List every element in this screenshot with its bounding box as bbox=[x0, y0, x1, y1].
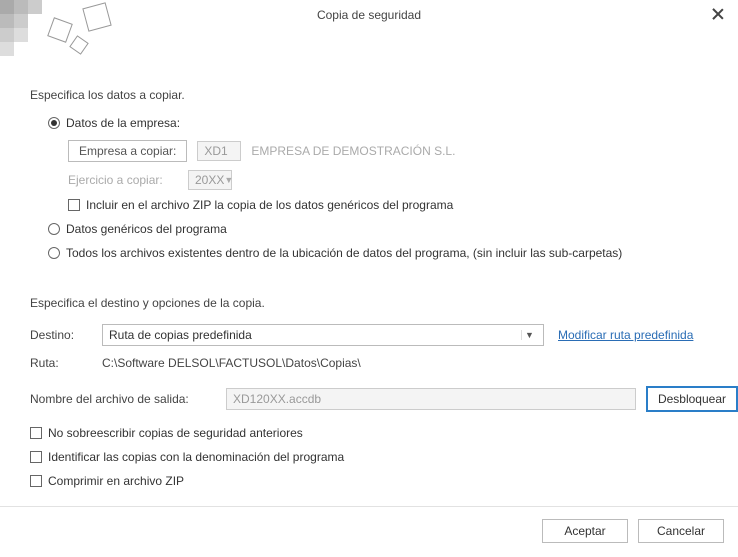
check-no-overwrite-label: No sobreescribir copias de seguridad ant… bbox=[48, 426, 303, 440]
check-include-generic-zip-label: Incluir en el archivo ZIP la copia de lo… bbox=[86, 198, 453, 212]
radio-icon bbox=[48, 223, 60, 235]
checkbox-icon bbox=[30, 427, 42, 439]
output-filename-value: XD120XX.accdb bbox=[233, 392, 321, 406]
radio-company-data[interactable]: Datos de la empresa: bbox=[48, 116, 738, 130]
footer-buttons: Aceptar Cancelar bbox=[542, 519, 724, 543]
window-title: Copia de seguridad bbox=[317, 8, 421, 22]
radio-generic-label: Datos genéricos del programa bbox=[66, 222, 227, 236]
destination-combo[interactable]: Ruta de copias predefinida ▼ bbox=[102, 324, 544, 346]
path-value: C:\Software DELSOL\FACTUSOL\Datos\Copias… bbox=[102, 356, 361, 370]
modify-path-link[interactable]: Modificar ruta predefinida bbox=[558, 328, 693, 342]
destination-combo-value: Ruta de copias predefinida bbox=[109, 328, 252, 342]
checkbox-icon bbox=[30, 475, 42, 487]
check-compress-zip-label: Comprimir en archivo ZIP bbox=[48, 474, 184, 488]
output-filename-label: Nombre del archivo de salida: bbox=[30, 392, 226, 406]
cancel-button[interactable]: Cancelar bbox=[638, 519, 724, 543]
check-compress-zip[interactable]: Comprimir en archivo ZIP bbox=[30, 474, 738, 488]
check-include-generic-zip[interactable]: Incluir en el archivo ZIP la copia de lo… bbox=[68, 198, 738, 212]
choose-company-button[interactable]: Empresa a copiar: bbox=[68, 140, 187, 162]
output-filename-field: XD120XX.accdb bbox=[226, 388, 636, 410]
accept-button[interactable]: Aceptar bbox=[542, 519, 628, 543]
check-identify-copies-label: Identificar las copias con la denominaci… bbox=[48, 450, 344, 464]
radio-icon bbox=[48, 247, 60, 259]
check-no-overwrite[interactable]: No sobreescribir copias de seguridad ant… bbox=[30, 426, 738, 440]
radio-all-files-label: Todos los archivos existentes dentro de … bbox=[66, 246, 622, 260]
path-label: Ruta: bbox=[30, 356, 102, 370]
section1-heading: Especifica los datos a copiar. bbox=[30, 88, 738, 102]
chevron-down-icon: ▼ bbox=[521, 330, 537, 340]
company-name-text: EMPRESA DE DEMOSTRACIÓN S.L. bbox=[251, 144, 455, 158]
destination-label: Destino: bbox=[30, 328, 102, 342]
year-value: 20XX bbox=[195, 173, 224, 187]
checkbox-icon bbox=[30, 451, 42, 463]
radio-generic-data[interactable]: Datos genéricos del programa bbox=[48, 222, 738, 236]
radio-icon bbox=[48, 117, 60, 129]
year-label: Ejercicio a copiar: bbox=[68, 173, 178, 187]
close-icon[interactable] bbox=[710, 6, 726, 22]
section2-heading: Especifica el destino y opciones de la c… bbox=[30, 296, 738, 310]
footer-separator bbox=[0, 506, 738, 507]
check-identify-copies[interactable]: Identificar las copias con la denominaci… bbox=[30, 450, 738, 464]
radio-all-files[interactable]: Todos los archivos existentes dentro de … bbox=[48, 246, 738, 260]
chevron-down-icon: ▼ bbox=[224, 175, 233, 185]
radio-company-label: Datos de la empresa: bbox=[66, 116, 180, 130]
year-select[interactable]: 20XX ▼ bbox=[188, 170, 232, 190]
checkbox-icon bbox=[68, 199, 80, 211]
app-logo bbox=[0, 0, 120, 60]
unlock-button[interactable]: Desbloquear bbox=[646, 386, 738, 412]
company-code-field: XD1 bbox=[197, 141, 241, 161]
